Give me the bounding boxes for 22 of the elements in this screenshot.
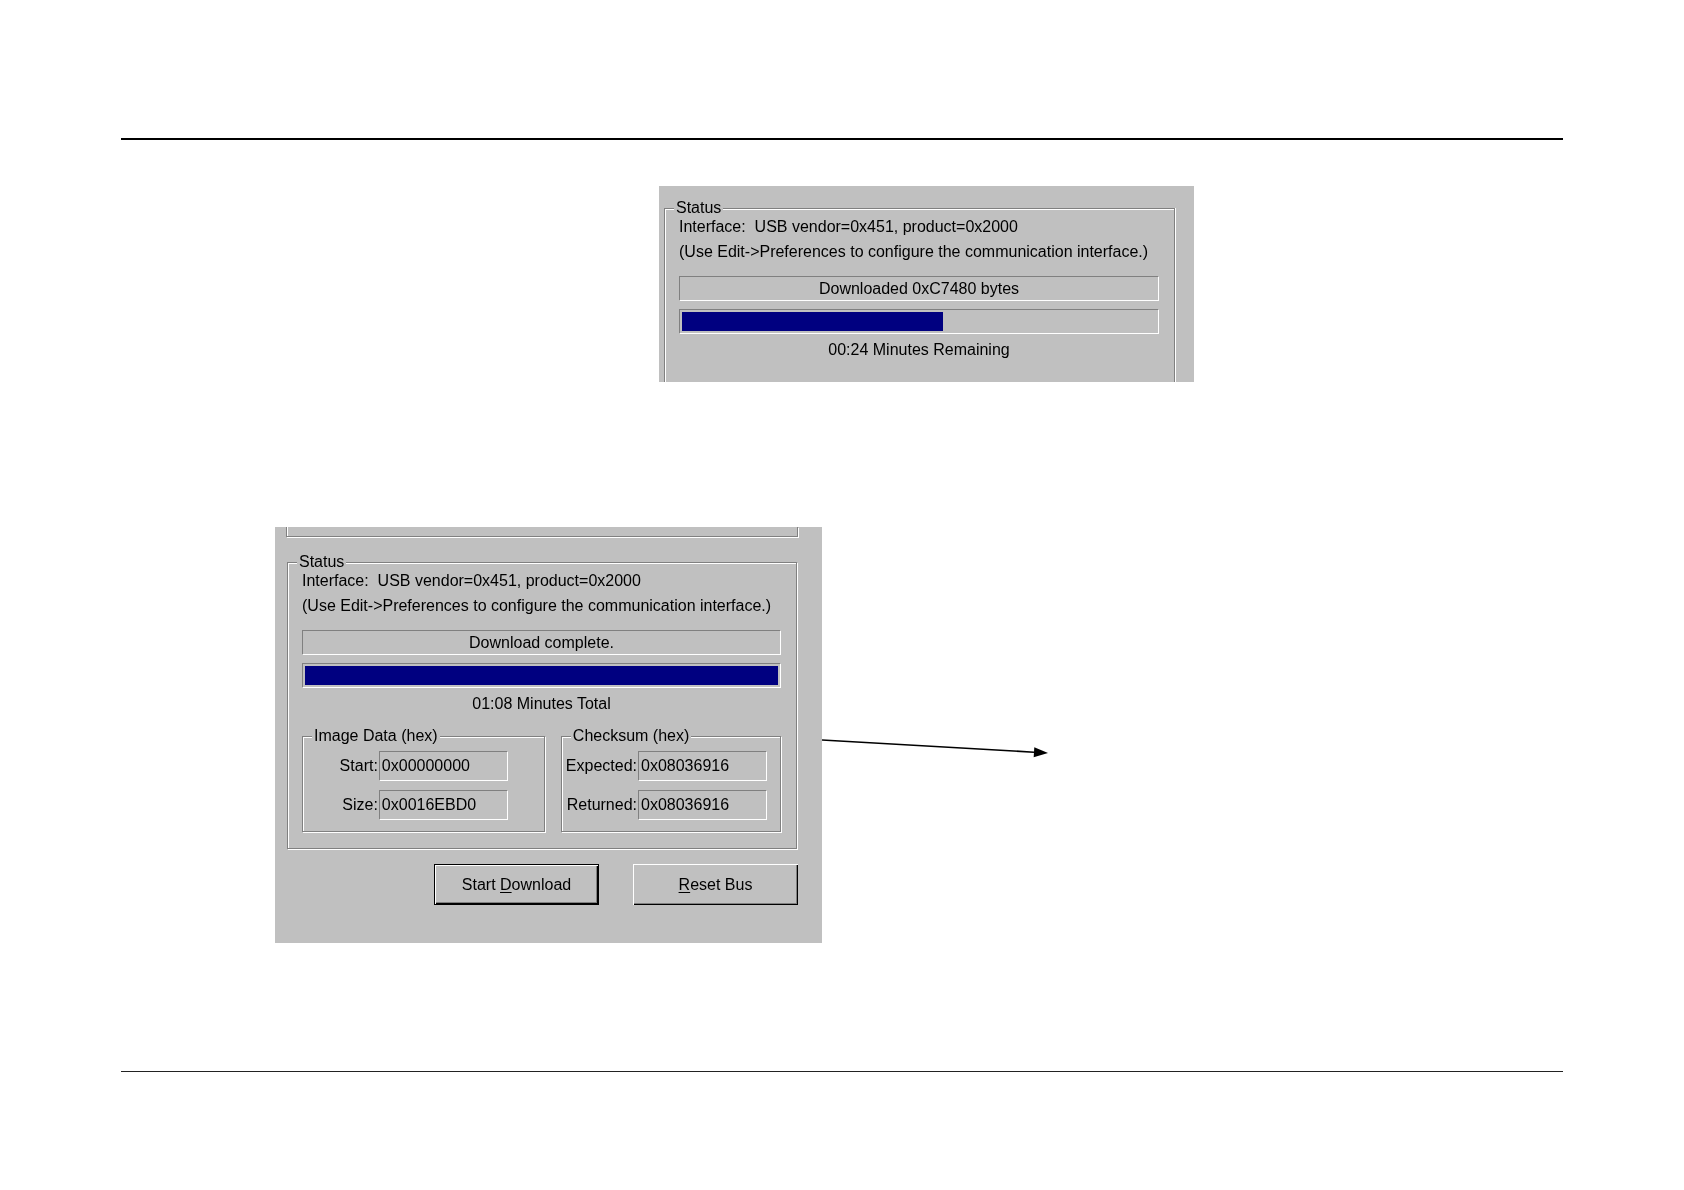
reset-bus-button[interactable]: Reset Bus bbox=[633, 864, 798, 905]
time-text: 00:24 Minutes Remaining bbox=[827, 340, 1011, 360]
group-title: Checksum (hex) bbox=[570, 728, 692, 744]
hex-field[interactable]: 0x08036916 bbox=[638, 751, 767, 781]
field-label: Size: bbox=[342, 795, 378, 815]
start-download-button[interactable]: Start Download bbox=[434, 864, 599, 905]
time-text: 01:08 Minutes Total bbox=[471, 694, 612, 714]
hex-field[interactable]: 0x08036916 bbox=[638, 790, 767, 820]
group-title: Status bbox=[297, 554, 347, 570]
field-label: Returned: bbox=[566, 795, 637, 815]
hex-field[interactable]: 0x00000000 bbox=[378, 751, 508, 781]
status-message: Download complete. bbox=[302, 630, 781, 655]
hint-text: (Use Edit->Preferences to configure the communication interface.) bbox=[302, 596, 773, 616]
hex-field[interactable]: 0x0016EBD0 bbox=[378, 790, 508, 820]
interface-text: Interface: USB vendor=0x451, product=0x2000 bbox=[679, 217, 1019, 237]
interface-text: Interface: USB vendor=0x451, product=0x2000 bbox=[302, 571, 642, 591]
hint-text: (Use Edit->Preferences to configure the communication interface.) bbox=[679, 242, 1150, 262]
status-message: Downloaded 0xC7480 bytes bbox=[679, 276, 1159, 301]
group-title: Status bbox=[674, 200, 724, 216]
field-label: Start: bbox=[339, 756, 378, 776]
group-title: Image Data (hex) bbox=[312, 728, 440, 744]
field-label: Expected: bbox=[565, 756, 637, 776]
